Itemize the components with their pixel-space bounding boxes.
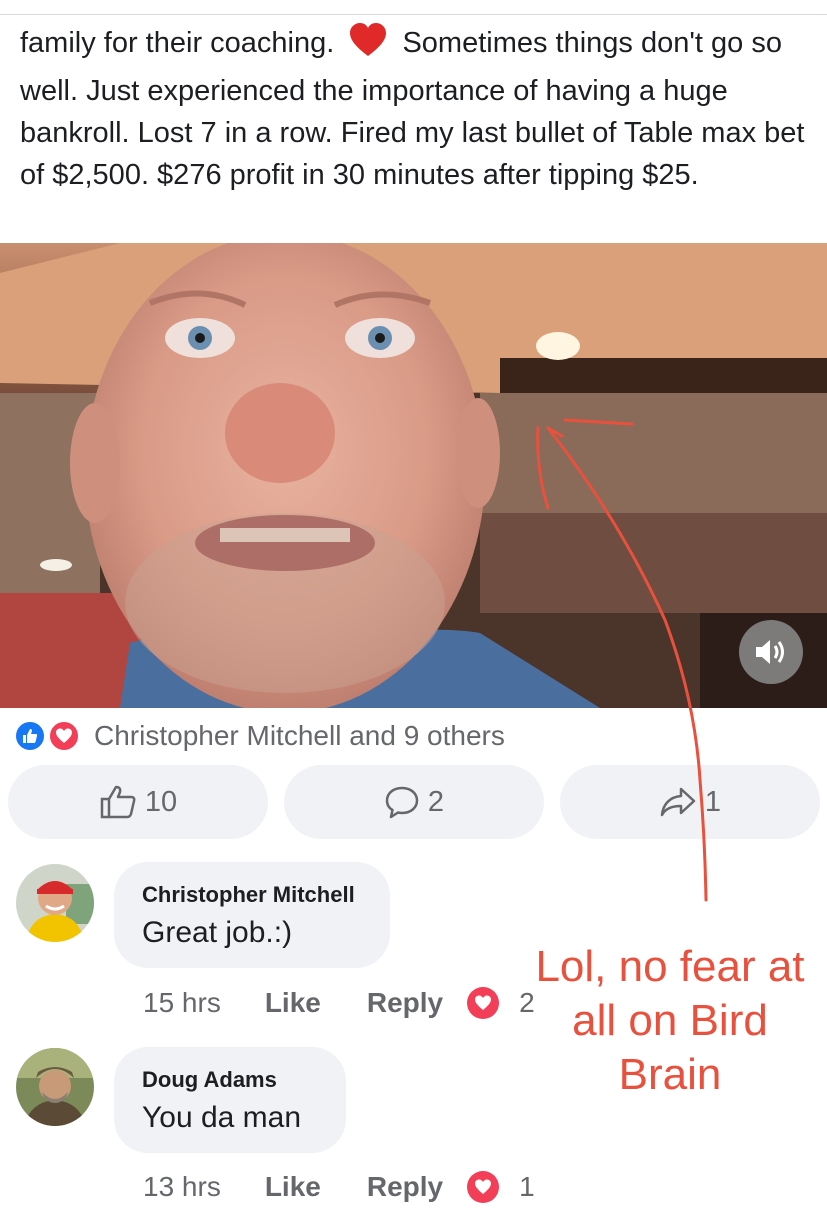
video-player[interactable] (0, 243, 827, 708)
annotation-text: Lol, no fear at all on Bird Brain (535, 942, 805, 1099)
share-count: 1 (704, 785, 722, 818)
like-count: 10 (144, 785, 178, 818)
comment-text: You da man (142, 1101, 302, 1134)
commenter-avatar-image (16, 1048, 94, 1126)
comment-reply-button[interactable]: Reply (367, 987, 443, 1019)
comment-time[interactable]: 15 hrs (143, 987, 221, 1019)
love-reaction-icon[interactable] (467, 987, 500, 1019)
post-text: family for their coaching. Sometimes thi… (20, 22, 820, 196)
thumbs-up-icon (100, 785, 136, 819)
commenter-avatar-image (16, 864, 94, 942)
comment-like-button[interactable]: Like (265, 987, 321, 1019)
reaction-icons (14, 718, 88, 754)
avatar[interactable] (16, 864, 94, 942)
sound-toggle-button[interactable] (739, 620, 803, 684)
comment-reaction-count[interactable]: 1 (519, 1171, 535, 1203)
comment-bubble[interactable]: Christopher Mitchell Great job.:) (114, 862, 390, 968)
comment-bubble[interactable]: Doug Adams You da man (114, 1047, 346, 1153)
comment-author[interactable]: Christopher Mitchell (142, 880, 362, 910)
comment-text: Great job.:) (142, 916, 293, 949)
comment-author[interactable]: Doug Adams (142, 1065, 318, 1095)
comment-meta: 15 hrs Like Reply 2 (143, 983, 535, 1023)
love-reaction-icon (48, 720, 80, 752)
love-reaction-icon[interactable] (467, 1171, 500, 1203)
comment-meta: 13 hrs Like Reply 1 (143, 1167, 535, 1207)
heart-emoji-icon (348, 22, 388, 70)
comment-reply-button[interactable]: Reply (367, 1171, 443, 1203)
speaker-volume-icon (756, 640, 784, 664)
like-button[interactable]: 10 (8, 765, 268, 839)
video-frame (0, 243, 827, 708)
comment-time[interactable]: 13 hrs (143, 1171, 221, 1203)
comment-like-button[interactable]: Like (265, 1171, 321, 1203)
avatar[interactable] (16, 1048, 94, 1126)
reactions-summary[interactable]: Christopher Mitchell and 9 others (14, 716, 505, 756)
post-text-part-1: family for their coaching. (20, 27, 335, 59)
share-arrow-icon (660, 787, 696, 817)
comment-button[interactable]: 2 (284, 765, 544, 839)
like-reaction-icon (14, 720, 46, 752)
reactions-text[interactable]: Christopher Mitchell and 9 others (94, 720, 505, 752)
comment-bubble-icon (385, 786, 419, 819)
comment-count: 2 (427, 785, 445, 818)
top-divider (0, 14, 827, 15)
share-button[interactable]: 1 (560, 765, 820, 839)
